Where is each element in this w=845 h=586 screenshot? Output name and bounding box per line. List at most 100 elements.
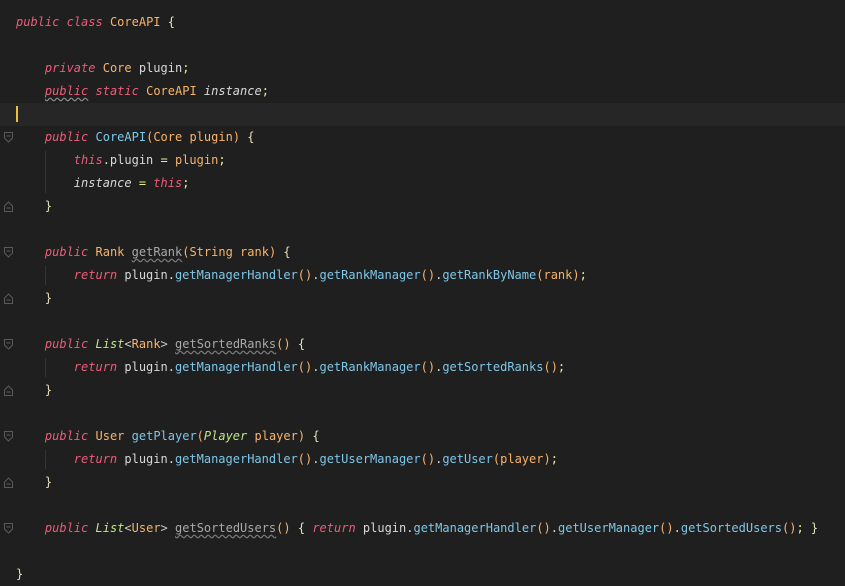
code-token: player — [254, 429, 298, 443]
fold-close-icon[interactable] — [4, 201, 13, 212]
code-token: getManagerHandler — [174, 452, 298, 466]
code-line[interactable]: return plugin.getManagerHandler().getRan… — [0, 356, 845, 379]
code-token: return — [73, 452, 118, 466]
code-token: ; — [557, 360, 566, 374]
fold-close-icon[interactable] — [4, 293, 13, 304]
code-token: ; — [550, 452, 558, 466]
code-token: private — [44, 61, 96, 75]
code-text: } — [16, 471, 52, 494]
code-line[interactable]: } — [0, 287, 845, 310]
code-line[interactable] — [0, 34, 845, 57]
code-line[interactable]: public User getPlayer(Player player) { — [0, 425, 845, 448]
code-token: () — [276, 337, 291, 351]
code-line[interactable]: } — [0, 471, 845, 494]
code-line[interactable] — [0, 402, 845, 425]
code-token: () — [420, 268, 436, 282]
code-token: () — [782, 521, 797, 535]
code-line[interactable]: } — [0, 195, 845, 218]
code-token: { — [312, 429, 320, 443]
code-line[interactable]: public List<Rank> getSortedRanks() { — [0, 333, 845, 356]
code-text: instance = this; — [16, 172, 190, 195]
code-token: ; — [579, 268, 587, 282]
fold-open-icon[interactable] — [4, 523, 13, 534]
code-token: String — [189, 245, 233, 259]
code-line[interactable]: return plugin.getManagerHandler().getRan… — [0, 264, 845, 287]
code-line[interactable]: public Rank getRank(String rank) { — [0, 241, 845, 264]
code-token: User — [95, 429, 125, 443]
code-editor[interactable]: public class CoreAPI { private Core plug… — [0, 0, 845, 586]
code-line[interactable]: this.plugin = plugin; — [0, 149, 845, 172]
code-token: } — [810, 521, 819, 535]
code-token: rank — [543, 268, 573, 282]
code-token: Core — [102, 61, 132, 75]
code-token: public — [44, 521, 89, 535]
code-token: getManagerHandler — [174, 268, 298, 282]
fold-close-icon[interactable] — [4, 385, 13, 396]
code-token: { — [247, 130, 255, 144]
code-line[interactable]: } — [0, 379, 845, 402]
code-line[interactable]: public class CoreAPI { — [0, 11, 845, 34]
code-line[interactable]: } — [0, 563, 845, 586]
code-text: return plugin.getManagerHandler().getRan… — [16, 264, 587, 287]
code-token: static — [95, 84, 139, 98]
code-token: } — [44, 199, 53, 213]
code-line[interactable] — [0, 103, 845, 126]
fold-open-icon[interactable] — [4, 247, 13, 258]
code-line[interactable]: public List<User> getSortedUsers() { ret… — [0, 517, 845, 540]
code-line[interactable]: private Core plugin; — [0, 57, 845, 80]
fold-close-icon[interactable] — [4, 477, 13, 488]
code-line[interactable] — [0, 494, 845, 517]
code-line[interactable]: return plugin.getManagerHandler().getUse… — [0, 448, 845, 471]
code-token: .plugin — [102, 153, 161, 167]
code-text: } — [16, 287, 52, 310]
code-token: { — [283, 245, 291, 259]
code-token: ) — [543, 452, 551, 466]
code-line[interactable] — [0, 310, 845, 333]
code-line[interactable] — [0, 218, 845, 241]
code-token: . — [673, 521, 681, 535]
code-token: > — [160, 337, 168, 351]
fold-open-icon[interactable] — [4, 132, 13, 143]
code-token: ) — [572, 268, 580, 282]
fold-open-icon[interactable] — [4, 339, 13, 350]
code-line[interactable] — [0, 540, 845, 563]
code-text: } — [16, 195, 52, 218]
code-token: ; — [182, 176, 190, 190]
code-token: instance — [203, 84, 262, 98]
code-line[interactable]: public CoreAPI(Core plugin) { — [0, 126, 845, 149]
fold-open-icon[interactable] — [4, 431, 13, 442]
code-token: ) — [232, 130, 241, 144]
code-token: this — [153, 176, 183, 190]
code-text: public Rank getRank(String rank) { — [16, 241, 291, 264]
code-token: return — [312, 521, 356, 535]
code-line[interactable]: public static CoreAPI instance; — [0, 80, 845, 103]
code-line[interactable]: instance = this; — [0, 172, 845, 195]
code-token: plugin. — [117, 268, 175, 282]
code-token: plugin. — [355, 521, 414, 535]
indent-guide — [45, 450, 46, 469]
code-token: getManagerHandler — [174, 360, 298, 374]
code-text: public List<User> getSortedUsers() { ret… — [16, 517, 818, 540]
code-token: < — [124, 521, 132, 535]
code-token: } — [16, 567, 24, 581]
code-token: class — [66, 15, 103, 29]
code-token: rank — [240, 245, 269, 259]
code-token: () — [297, 268, 313, 282]
